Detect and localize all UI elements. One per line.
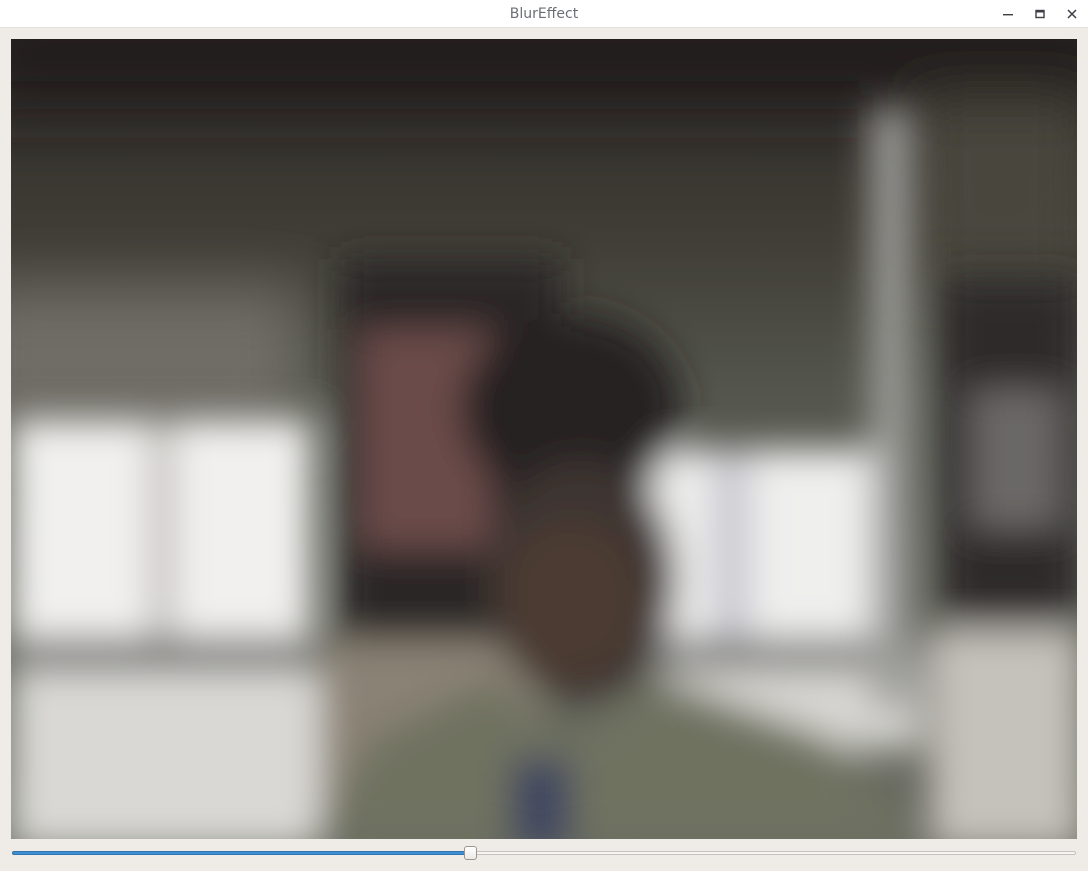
minimize-icon [1002, 8, 1014, 20]
slider-handle[interactable] [464, 846, 477, 860]
maximize-button[interactable] [1029, 4, 1051, 24]
close-icon [1066, 8, 1078, 20]
video-frame [11, 39, 1077, 839]
app-window: BlurEffect [0, 0, 1088, 871]
window-title: BlurEffect [509, 6, 579, 22]
title-bar[interactable]: BlurEffect [0, 0, 1088, 28]
blur-radius-slider[interactable] [11, 845, 1077, 861]
maximize-icon [1034, 8, 1046, 20]
blurred-camera-image [11, 39, 1077, 839]
minimize-button[interactable] [997, 4, 1019, 24]
slider-fill [12, 851, 470, 855]
close-button[interactable] [1061, 4, 1083, 24]
